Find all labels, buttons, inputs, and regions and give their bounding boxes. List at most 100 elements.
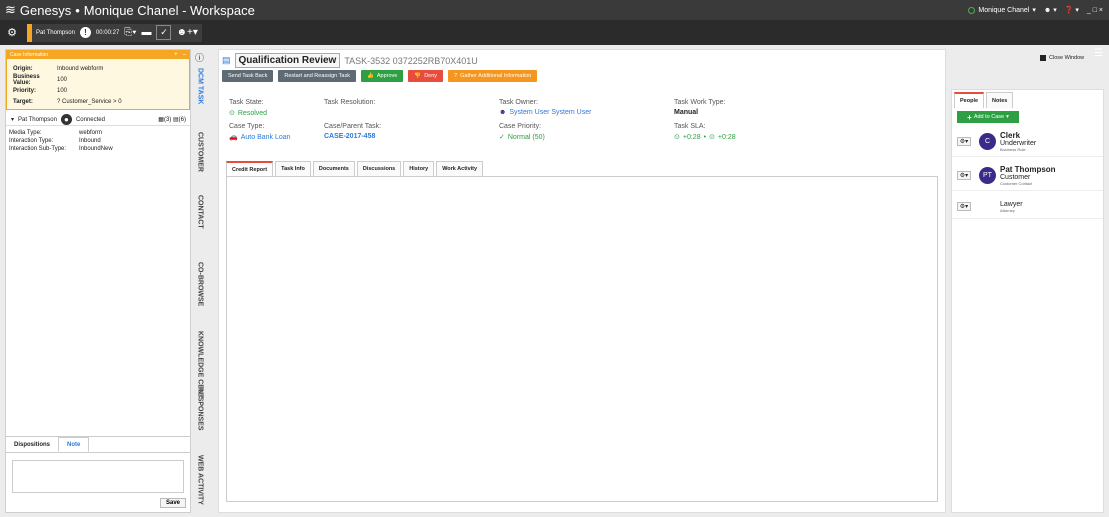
transfer-icon[interactable]: ⎘▾ <box>124 27 136 38</box>
help-icon: ❓ <box>1064 7 1074 14</box>
case-field: Priority: 100 <box>13 87 68 94</box>
clock-icon: ⊙ <box>709 134 715 141</box>
hamburger-menu-icon[interactable]: ☰ <box>1094 48 1103 59</box>
case-info-controls[interactable]: + ‒ <box>174 52 186 58</box>
window-controls[interactable]: _ □ × <box>1087 7 1103 14</box>
task-icon: ▤ <box>222 55 231 65</box>
party-status: Connected <box>75 116 105 123</box>
restart-reassign-button[interactable]: Restart and Reassign Task <box>278 70 356 82</box>
help-menu-button[interactable]: ❓ ▾ <box>1065 6 1079 14</box>
field-task-state: Task State: ⊙ Resolved <box>229 99 268 117</box>
tab-documents[interactable]: Documents <box>312 161 355 176</box>
title-separator: • <box>75 2 80 18</box>
party-row[interactable]: ▾ Pat Thompson ● Connected ▦(3) ▤(6) <box>6 114 190 126</box>
mark-done-button[interactable]: ✓ <box>156 25 172 40</box>
person-settings-button[interactable]: ⚙▾ <box>957 171 971 180</box>
field-parent-task: Case/Parent Task: CASE-2017-458 <box>324 123 382 140</box>
settings-icon[interactable]: ⚙ <box>5 26 19 40</box>
add-party-icon[interactable]: ☻+▾ <box>176 27 197 38</box>
person-row: ⚙▾ PT Pat Thompson Customer Customer Con… <box>952 161 1103 191</box>
save-button[interactable]: Save <box>159 498 186 508</box>
person-settings-button[interactable]: ⚙▾ <box>957 202 971 211</box>
close-window-icon <box>1040 55 1046 61</box>
field-case-type: Case Type: 🚗 Auto Bank Loan <box>229 123 291 141</box>
tab-task-info[interactable]: Task Info <box>275 161 311 176</box>
media-field: Interaction Type: Inbound <box>9 138 101 144</box>
media-details: Media Type: webform Interaction Type: Inbo… <box>6 126 190 156</box>
tab-discussions[interactable]: Discussions <box>356 161 402 176</box>
party-name: Pat Thompson <box>18 116 57 123</box>
folder-icon[interactable]: ▬ <box>141 27 151 38</box>
chevron-down-icon: ▾ <box>1075 7 1079 14</box>
avatar: C <box>979 133 996 150</box>
task-main-panel: ▤ Qualification Review TASK-3532 0372252… <box>218 49 946 513</box>
chevron-down-icon: ▾ <box>11 117 15 123</box>
app-title: Monique Chanel - Workspace <box>83 2 255 18</box>
vertical-tabs: ⓘ DCM TASK CUSTOMER CONTACT CO-BROWSE KN… <box>192 49 208 513</box>
interaction-chip[interactable]: Pat Thompson ! 00:00:27 ⎘▾ ▬ ✓ ☻+▾ <box>27 23 202 42</box>
person-settings-button[interactable]: ⚙▾ <box>957 137 971 146</box>
tab-work-activity[interactable]: Work Activity <box>436 161 484 176</box>
tab-notes[interactable]: Notes <box>986 92 1014 108</box>
user-icon: ☻ <box>499 109 507 116</box>
tab-note[interactable]: Note <box>58 437 90 452</box>
close-window-button[interactable]: Close Window <box>1040 55 1084 61</box>
title-bar: ≋ Genesys • Monique Chanel - Workspace M… <box>0 0 1109 20</box>
people-panel: People Notes + Add to Case ▾ ⚙▾ C Clerk … <box>951 89 1104 513</box>
avatar: PT <box>979 167 996 184</box>
tab-dcm-task[interactable]: DCM TASK <box>192 63 208 109</box>
dispositions-panel: Dispositions Note Save <box>6 436 190 512</box>
tab-co-browse[interactable]: CO-BROWSE <box>192 254 208 314</box>
case-info-title: Case Information <box>10 51 49 58</box>
case-field: Target:? Customer_Service > 0 <box>13 98 122 105</box>
tab-customer[interactable]: CUSTOMER <box>192 127 208 177</box>
tab-people[interactable]: People <box>954 92 985 108</box>
send-task-back-button[interactable]: Send Task Back <box>222 70 274 82</box>
connected-icon: ● <box>60 114 72 125</box>
agent-name: Monique Chanel <box>978 6 1030 14</box>
party-counts: ▦(3) ▤(6) <box>158 117 186 123</box>
field-task-work-type: Task Work Type: Manual <box>674 99 726 116</box>
agent-status-menu[interactable]: Monique Chanel ▾ <box>968 6 1036 14</box>
person-icon: ☻ <box>1043 7 1052 14</box>
content-tabs: Credit Report Task Info Documents Discus… <box>226 161 484 176</box>
team-menu-button[interactable]: ☻ ▾ <box>1044 6 1057 14</box>
party-name: Pat Thompson <box>36 29 75 36</box>
gather-info-button[interactable]: ? Gather Additional Information <box>448 70 538 82</box>
clock-icon: ⊙ <box>674 134 680 141</box>
person-row: ⚙▾ Lawyer Attorney <box>952 195 1103 219</box>
thumbs-down-icon: 👎 <box>414 73 422 79</box>
field-task-sla: Task SLA: ⊙ +0:28 • ⊙ +0:28 <box>674 123 736 141</box>
genesys-logo-icon: ≋ <box>5 2 16 17</box>
tab-dispositions[interactable]: Dispositions <box>6 437 58 452</box>
tab-contact[interactable]: CONTACT <box>192 189 208 235</box>
media-field: Media Type: webform <box>9 130 103 136</box>
tab-responses[interactable]: RESPONSES <box>192 381 208 437</box>
task-fields: Task State: ⊙ Resolved Task Resolution: T… <box>229 99 939 141</box>
approve-button[interactable]: 👍 Approve <box>360 70 404 82</box>
task-name[interactable]: Qualification Review <box>234 53 341 68</box>
note-input[interactable] <box>12 460 184 493</box>
deny-button[interactable]: 👎 Deny <box>408 70 444 82</box>
tab-web-activity[interactable]: WEB ACTIVITY <box>192 449 208 511</box>
status-ready-icon <box>968 6 976 14</box>
check-circle-icon: ⊙ <box>229 110 235 117</box>
left-panel: Case Information + ‒ Origin: Inbound webf… <box>5 49 191 513</box>
tab-history[interactable]: History <box>403 161 435 176</box>
field-task-owner: Task Owner: ☻ System User System User <box>499 99 592 116</box>
plus-icon: + <box>967 112 972 122</box>
case-field: Origin: Inbound webform <box>13 65 104 72</box>
toolbar: ⚙ Pat Thompson ! 00:00:27 ⎘▾ ▬ ✓ ☻+▾ ☰ <box>0 20 1109 59</box>
task-actions: Send Task Back Restart and Reassign Task… <box>222 70 538 82</box>
chevron-down-icon: ✓ <box>499 134 505 141</box>
task-id: TASK-3532 0372252RB70X401U <box>344 55 478 66</box>
chevron-down-icon: ▾ <box>1053 7 1057 14</box>
person-row: ⚙▾ C Clerk Underwriter Business Role <box>952 127 1103 157</box>
case-info-body: Origin: Inbound webform Business Value: 10… <box>6 59 190 110</box>
case-field: Business Value: 100 <box>13 73 68 86</box>
brand-name: Genesys <box>19 2 72 18</box>
add-to-case-button[interactable]: + Add to Case ▾ <box>957 111 1019 123</box>
tab-credit-report[interactable]: Credit Report <box>226 161 274 176</box>
interaction-timer: 00:00:27 <box>95 29 120 36</box>
field-case-priority: Case Priority: ✓ Normal (50) <box>499 123 545 141</box>
